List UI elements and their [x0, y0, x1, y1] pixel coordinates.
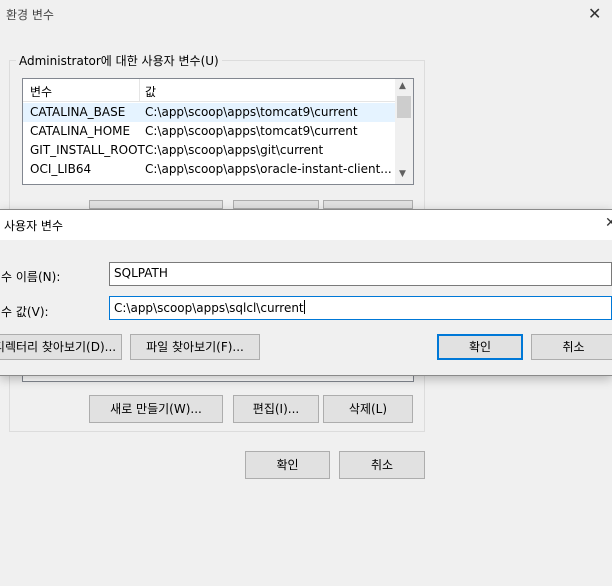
window-title: 환경 변수: [6, 8, 54, 22]
variable-name-value: SQLPATH: [114, 266, 168, 280]
variable-name: CATALINA_HOME: [30, 124, 131, 138]
dialog-titlebar[interactable]: 사용자 변수 ✕: [0, 210, 612, 240]
browse-file-button[interactable]: 파일 찾아보기(F)...: [130, 334, 260, 360]
dialog-title: 사용자 변수: [4, 219, 64, 233]
variable-name: OCI_LIB64: [30, 162, 92, 176]
variable-value-text: C:\app\scoop\apps\sqlcl\current: [114, 301, 304, 315]
variable-name-field[interactable]: SQLPATH: [109, 262, 612, 286]
close-icon[interactable]: ✕: [605, 215, 612, 231]
text-caret: [303, 300, 305, 314]
variable-name-label: 변수 이름(N):: [0, 270, 61, 284]
close-icon[interactable]: ✕: [588, 4, 601, 23]
table-row[interactable]: OCI_LIB64 C:\app\scoop\apps\oracle-insta…: [23, 160, 395, 179]
chevron-up-icon[interactable]: ▲: [399, 81, 406, 91]
variable-name: CATALINA_BASE: [30, 105, 126, 119]
browse-directory-button[interactable]: 디렉터리 찾아보기(D)...: [0, 334, 122, 360]
variable-value: C:\app\scoop\apps\tomcat9\current: [145, 124, 358, 138]
variable-value-field[interactable]: C:\app\scoop\apps\sqlcl\current: [109, 296, 612, 320]
column-divider[interactable]: [139, 79, 140, 101]
dialog-ok-button[interactable]: 확인: [437, 334, 523, 360]
cancel-button[interactable]: 취소: [339, 451, 425, 479]
column-header-value[interactable]: 값: [145, 83, 156, 100]
variable-value: C:\app\scoop\apps\git\current: [145, 143, 324, 157]
variable-name: GIT_INSTALL_ROOT: [30, 143, 145, 157]
list-header: 변수 값: [23, 79, 395, 102]
edit-variable-dialog: 사용자 변수 ✕ 변수 이름(N): SQLPATH 변수 값(V): C:\a…: [0, 209, 612, 376]
chevron-down-icon[interactable]: ▼: [399, 169, 406, 179]
new-button[interactable]: 새로 만들기(W)...: [89, 395, 223, 423]
dialog-cancel-button[interactable]: 취소: [531, 334, 612, 360]
variable-value: C:\app\scoop\apps\tomcat9\current: [145, 105, 358, 119]
group-label: Administrator에 대한 사용자 변수(U): [16, 52, 222, 69]
variable-value: C:\app\scoop\apps\oracle-instant-client.…: [145, 162, 392, 176]
edit-user-variable-button-peek: [233, 200, 319, 209]
table-row[interactable]: GIT_INSTALL_ROOT C:\app\scoop\apps\git\c…: [23, 141, 395, 160]
user-variables-list[interactable]: 변수 값 CATALINA_BASE C:\app\scoop\apps\tom…: [22, 78, 414, 185]
column-header-name[interactable]: 변수: [30, 83, 52, 100]
delete-button[interactable]: 삭제(L): [323, 395, 413, 423]
new-user-variable-button-peek: [89, 200, 223, 209]
table-row[interactable]: CATALINA_BASE C:\app\scoop\apps\tomcat9\…: [23, 103, 395, 122]
vertical-scrollbar[interactable]: ▲ ▼: [395, 79, 413, 184]
table-row[interactable]: CATALINA_HOME C:\app\scoop\apps\tomcat9\…: [23, 122, 395, 141]
edit-button[interactable]: 편집(I)...: [233, 395, 319, 423]
ok-button[interactable]: 확인: [245, 451, 330, 479]
scrollbar-thumb[interactable]: [397, 96, 411, 118]
delete-user-variable-button-peek: [323, 200, 413, 209]
variable-value-label: 변수 값(V):: [0, 305, 49, 319]
